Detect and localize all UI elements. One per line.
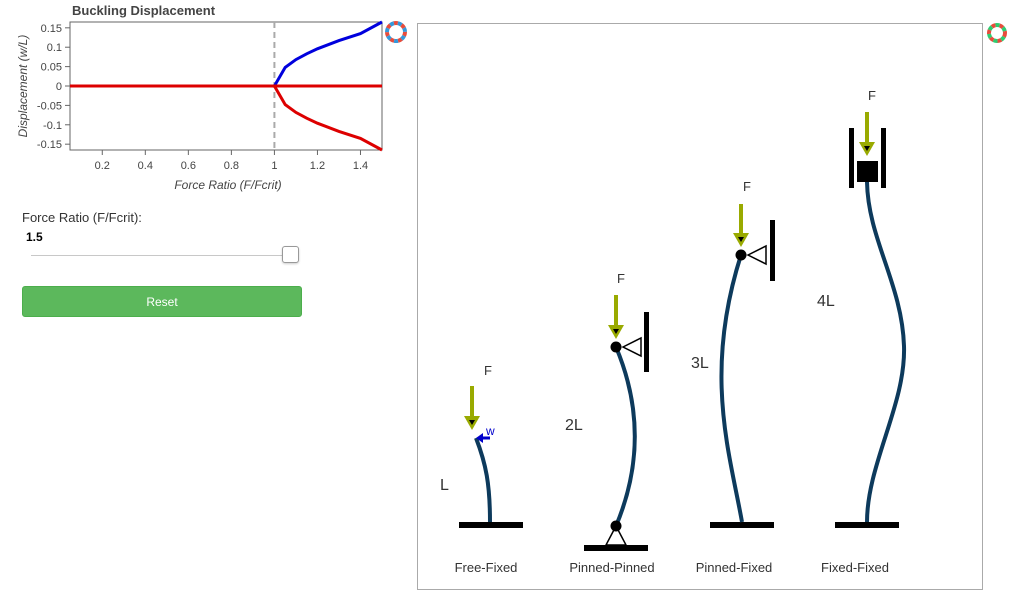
force-ratio-slider[interactable] [31, 255, 293, 256]
y-tick-label: 0.15 [41, 23, 62, 35]
y-axis-label: Displacement (w/L) [16, 35, 30, 138]
fixed-base [459, 522, 523, 528]
y-tick-label: -0.1 [43, 120, 62, 132]
x-axis-label: Force Ratio (F/Fcrit) [174, 178, 281, 192]
slider-block [857, 161, 878, 182]
y-tick-label: 0 [56, 81, 62, 93]
support-wall [644, 312, 649, 372]
column-name: Pinned-Pinned [569, 560, 654, 575]
force-arrow-icon [859, 112, 875, 156]
y-tick-label: 0.1 [47, 42, 62, 54]
logo-icon[interactable] [385, 21, 407, 43]
force-ratio-value: 1.5 [26, 230, 43, 244]
reset-button[interactable]: Reset [22, 286, 302, 317]
buckling-displacement-chart: Buckling Displacement 0.2 0.4 0.6 0.8 1 1.2 1.… [16, 3, 407, 192]
column-name: Fixed-Fixed [821, 560, 889, 575]
guide-wall-left [849, 128, 854, 188]
column-name: Free-Fixed [455, 560, 518, 575]
y-axis: 0.15 0.1 0.05 0 -0.05 -0.1 -0.15 [37, 23, 70, 151]
displacement-label: w [485, 424, 495, 438]
y-tick-label: -0.05 [37, 100, 62, 112]
force-arrow-icon [733, 204, 749, 247]
force-arrow-icon [608, 295, 624, 339]
length-label: L [440, 477, 449, 494]
support-wall [770, 220, 775, 281]
roller-support-icon [621, 336, 642, 358]
column-beam [719, 254, 744, 523]
column-beam [865, 181, 907, 523]
column-pinned-pinned: F 2L Pinned-Pinned [565, 271, 655, 575]
y-tick-label: 0.05 [41, 62, 62, 74]
force-ratio-label: Force Ratio (F/Fcrit): [22, 210, 142, 225]
column-name: Pinned-Fixed [696, 560, 773, 575]
fixed-base [835, 522, 899, 528]
force-arrow-icon [464, 386, 480, 430]
pinned-base [584, 545, 648, 551]
length-label: 4L [817, 293, 835, 310]
force-label: F [617, 271, 625, 286]
slider-handle[interactable] [282, 246, 299, 263]
length-label: 3L [691, 355, 709, 372]
x-tick-label: 0.4 [138, 160, 153, 172]
column-fixed-fixed: F 4L Fixed-Fixed [817, 88, 907, 575]
x-tick-label: 1 [271, 160, 277, 172]
x-axis: 0.2 0.4 0.6 0.8 1 1.2 1.4 [95, 150, 368, 172]
pin-joint [610, 341, 622, 353]
roller-support-icon [746, 244, 767, 266]
x-tick-label: 0.6 [181, 160, 196, 172]
force-label: F [743, 179, 751, 194]
y-tick-label: -0.15 [37, 139, 62, 151]
x-tick-label: 0.8 [224, 160, 239, 172]
pin-joint [610, 520, 622, 532]
column-beam [474, 437, 492, 523]
fixed-base [710, 522, 774, 528]
x-tick-label: 1.2 [310, 160, 325, 172]
column-diagram: F w L Free-Fixed F 2L Pinned-Pinned F 3L… [440, 88, 907, 575]
logo-icon[interactable] [987, 23, 1007, 43]
x-tick-label: 1.4 [353, 160, 368, 172]
force-label: F [484, 363, 492, 378]
force-label: F [868, 88, 876, 103]
column-beam [614, 346, 637, 527]
chart-title: Buckling Displacement [72, 3, 216, 18]
column-free-fixed: F w L Free-Fixed [440, 363, 523, 575]
guide-wall-right [881, 128, 886, 188]
pin-joint [735, 249, 747, 261]
length-label: 2L [565, 417, 583, 434]
column-pinned-fixed: F 3L Pinned-Fixed [691, 179, 775, 575]
column-diagram-panel: F w L Free-Fixed F 2L Pinned-Pinned F 3L… [417, 23, 983, 590]
x-tick-label: 0.2 [95, 160, 110, 172]
